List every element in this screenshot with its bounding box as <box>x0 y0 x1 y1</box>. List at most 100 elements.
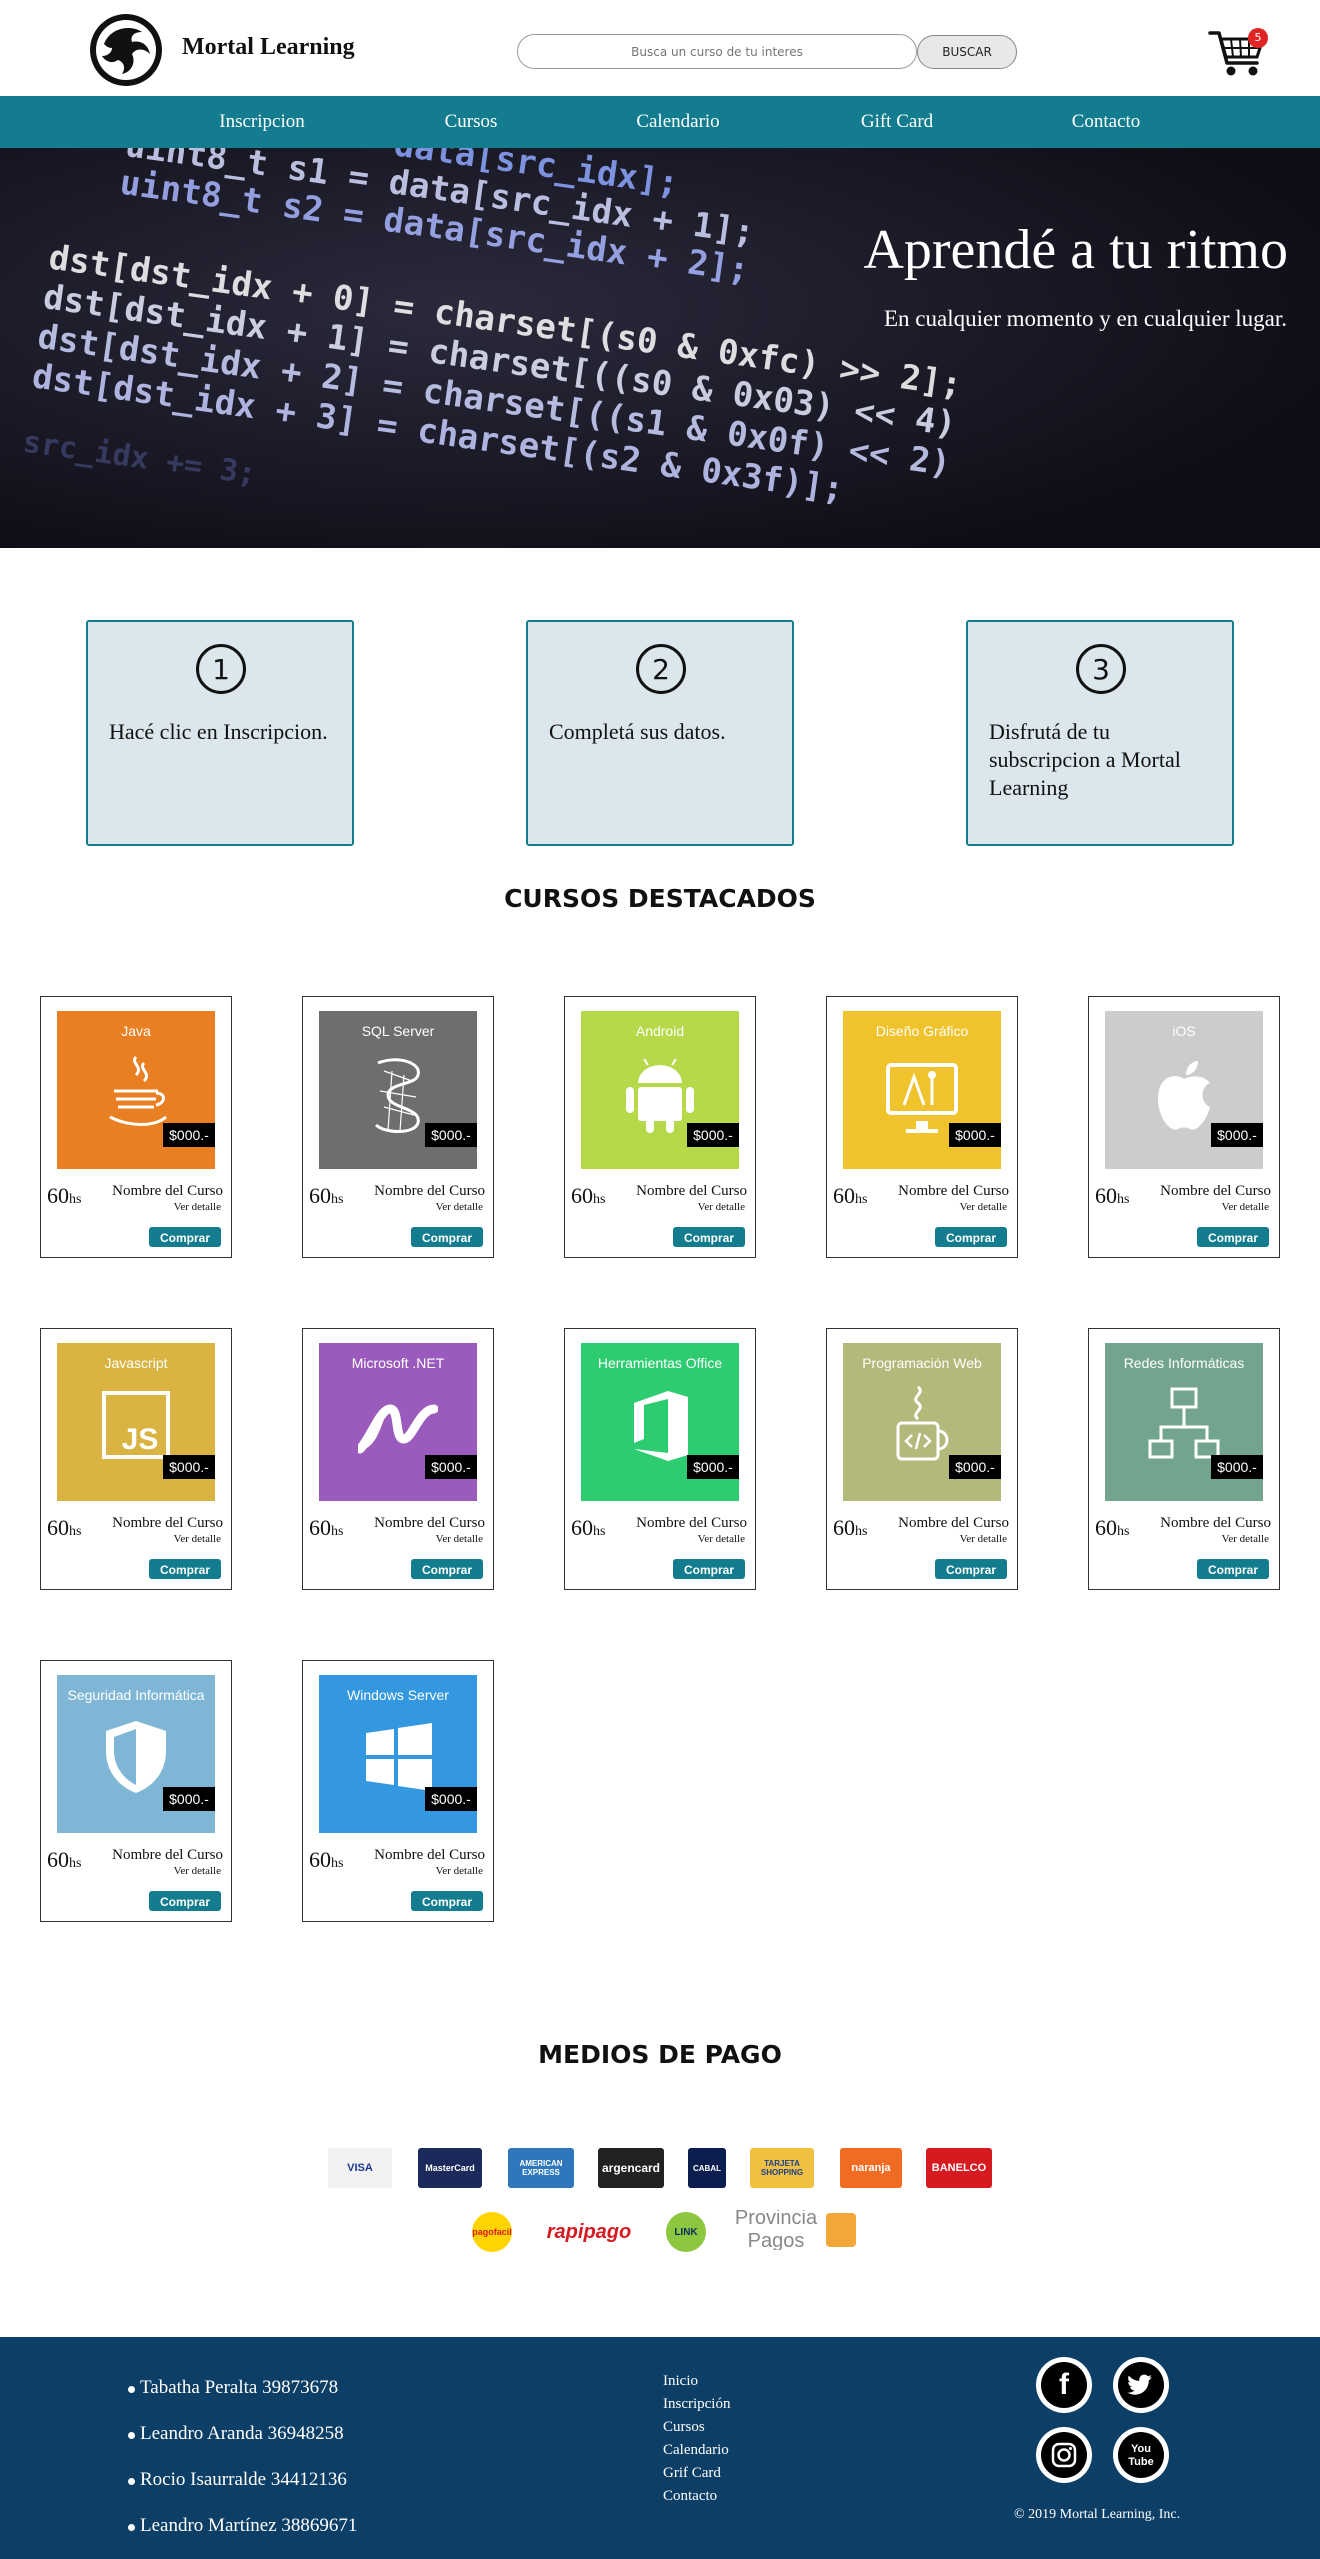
course-price: $000.- <box>1211 1455 1263 1479</box>
course-detail-link[interactable]: Ver detalle <box>1222 1201 1269 1213</box>
course-hours-unit: hs <box>855 1524 868 1539</box>
course-name[interactable]: Nombre del Curso <box>374 1183 485 1200</box>
payment-logo: naranja <box>840 2148 902 2188</box>
course-price: $000.- <box>163 1455 215 1479</box>
buy-button[interactable]: Comprar <box>149 1559 221 1579</box>
course-name[interactable]: Nombre del Curso <box>1160 1183 1271 1200</box>
course-hours: 60hs <box>1095 1515 1129 1541</box>
course-card[interactable]: Programación Web $000.- 60hs Nombre del Cur… <box>826 1328 1018 1590</box>
search-input[interactable] <box>517 34 917 69</box>
course-image[interactable]: Diseño Gráfico $000.- <box>843 1011 1001 1169</box>
course-name[interactable]: Nombre del Curso <box>1160 1515 1271 1532</box>
course-card[interactable]: Seguridad Informática $000.- 60hs Nombre de… <box>40 1660 232 1922</box>
nav-item-cursos[interactable]: Cursos <box>445 96 498 148</box>
course-hours-value: 60 <box>833 1183 855 1208</box>
course-detail-link[interactable]: Ver detalle <box>436 1865 483 1877</box>
buy-button[interactable]: Comprar <box>1197 1559 1269 1579</box>
payment-logo: rapipago <box>536 2212 642 2252</box>
course-name[interactable]: Nombre del Curso <box>898 1515 1009 1532</box>
course-image[interactable]: SQL Server $000.- <box>319 1011 477 1169</box>
course-name[interactable]: Nombre del Curso <box>636 1183 747 1200</box>
course-detail-link[interactable]: Ver detalle <box>960 1533 1007 1545</box>
provincia-pagos-badge-icon <box>826 2213 856 2247</box>
course-category: Seguridad Informática <box>67 1687 205 1703</box>
course-hours: 60hs <box>47 1183 81 1209</box>
course-name[interactable]: Nombre del Curso <box>112 1183 223 1200</box>
instagram-icon[interactable] <box>1036 2427 1092 2483</box>
course-hours-unit: hs <box>1117 1192 1130 1207</box>
course-detail-link[interactable]: Ver detalle <box>698 1201 745 1213</box>
payment-logo: Provincia Pagos <box>730 2210 856 2250</box>
buy-button[interactable]: Comprar <box>935 1559 1007 1579</box>
course-card[interactable]: Microsoft .NET $000.- 60hs Nombre del Curso… <box>302 1328 494 1590</box>
course-hours: 60hs <box>1095 1183 1129 1209</box>
footer-link-gift-card[interactable]: Grif Card <box>663 2465 721 2482</box>
search-button[interactable]: BUSCAR <box>917 35 1017 69</box>
course-hours-value: 60 <box>571 1515 593 1540</box>
course-image[interactable]: Javascript JS $000.- <box>57 1343 215 1501</box>
buy-button[interactable]: Comprar <box>411 1227 483 1247</box>
course-name[interactable]: Nombre del Curso <box>898 1183 1009 1200</box>
footer-link-inscripcion[interactable]: Inscripción <box>663 2396 730 2413</box>
nav-item-contacto[interactable]: Contacto <box>1072 96 1141 148</box>
course-image[interactable]: Java $000.- <box>57 1011 215 1169</box>
dragon-logo-icon[interactable] <box>90 14 162 86</box>
footer-link-calendario[interactable]: Calendario <box>663 2442 729 2459</box>
course-card[interactable]: iOS $000.- 60hs Nombre del Curso Ver detalle… <box>1088 996 1280 1258</box>
course-detail-link[interactable]: Ver detalle <box>1222 1533 1269 1545</box>
course-card[interactable]: Android $000.- 60hs Nombre del Curso Ver det… <box>564 996 756 1258</box>
course-image[interactable]: Windows Server $000.- <box>319 1675 477 1833</box>
nav-item-calendario[interactable]: Calendario <box>636 96 719 148</box>
course-card[interactable]: Diseño Gráfico $000.- 60hs Nombre del Curso… <box>826 996 1018 1258</box>
footer-link-inicio[interactable]: Inicio <box>663 2373 698 2390</box>
buy-button[interactable]: Comprar <box>673 1227 745 1247</box>
svg-text:JS: JS <box>122 1423 159 1456</box>
buy-button[interactable]: Comprar <box>935 1227 1007 1247</box>
course-detail-link[interactable]: Ver detalle <box>960 1201 1007 1213</box>
facebook-icon[interactable]: f <box>1036 2357 1092 2413</box>
course-detail-link[interactable]: Ver detalle <box>436 1533 483 1545</box>
course-detail-link[interactable]: Ver detalle <box>174 1201 221 1213</box>
course-image[interactable]: Android $000.- <box>581 1011 739 1169</box>
nav-item-gift-card[interactable]: Gift Card <box>861 96 933 148</box>
buy-button[interactable]: Comprar <box>1197 1227 1269 1247</box>
course-name[interactable]: Nombre del Curso <box>112 1515 223 1532</box>
course-image[interactable]: Programación Web $000.- <box>843 1343 1001 1501</box>
course-card[interactable]: Javascript JS $000.- 60hs Nombre del Curso Ve… <box>40 1328 232 1590</box>
course-price: $000.- <box>1211 1123 1263 1147</box>
course-detail-link[interactable]: Ver detalle <box>174 1865 221 1877</box>
course-image[interactable]: Redes Informáticas $000.- <box>1105 1343 1263 1501</box>
youtube-icon[interactable]: You Tube <box>1113 2427 1169 2483</box>
course-detail-link[interactable]: Ver detalle <box>436 1201 483 1213</box>
course-name[interactable]: Nombre del Curso <box>636 1515 747 1532</box>
buy-button[interactable]: Comprar <box>149 1891 221 1911</box>
brand-name[interactable]: Mortal Learning <box>182 34 355 61</box>
nav-item-inscripcion[interactable]: Inscripcion <box>219 96 304 148</box>
course-name[interactable]: Nombre del Curso <box>374 1847 485 1864</box>
course-hours: 60hs <box>309 1515 343 1541</box>
course-image[interactable]: iOS $000.- <box>1105 1011 1263 1169</box>
twitter-icon[interactable] <box>1113 2357 1169 2413</box>
buy-button[interactable]: Comprar <box>149 1227 221 1247</box>
course-name[interactable]: Nombre del Curso <box>112 1847 223 1864</box>
course-detail-link[interactable]: Ver detalle <box>174 1533 221 1545</box>
footer-link-cursos[interactable]: Cursos <box>663 2419 705 2436</box>
course-card[interactable]: Redes Informáticas $000.- 60hs Nombre del C… <box>1088 1328 1280 1590</box>
footer-link-contacto[interactable]: Contacto <box>663 2488 717 2505</box>
course-name[interactable]: Nombre del Curso <box>374 1515 485 1532</box>
buy-button[interactable]: Comprar <box>411 1559 483 1579</box>
course-image[interactable]: Seguridad Informática $000.- <box>57 1675 215 1833</box>
course-hours-unit: hs <box>593 1192 606 1207</box>
course-hours: 60hs <box>309 1847 343 1873</box>
course-image[interactable]: Herramientas Office $000.- <box>581 1343 739 1501</box>
course-card[interactable]: SQL Server $000.- 60hs Nombre del Curso Ver … <box>302 996 494 1258</box>
course-card[interactable]: Java $000.- 60hs Nombre del Curso Ver detall… <box>40 996 232 1258</box>
course-price: $000.- <box>163 1123 215 1147</box>
payment-logo: MasterCard <box>418 2148 482 2188</box>
buy-button[interactable]: Comprar <box>673 1559 745 1579</box>
course-image[interactable]: Microsoft .NET $000.- <box>319 1343 477 1501</box>
buy-button[interactable]: Comprar <box>411 1891 483 1911</box>
course-card[interactable]: Windows Server $000.- 60hs Nombre del Curso… <box>302 1660 494 1922</box>
course-detail-link[interactable]: Ver detalle <box>698 1533 745 1545</box>
course-card[interactable]: Herramientas Office $000.- 60hs Nombre del … <box>564 1328 756 1590</box>
